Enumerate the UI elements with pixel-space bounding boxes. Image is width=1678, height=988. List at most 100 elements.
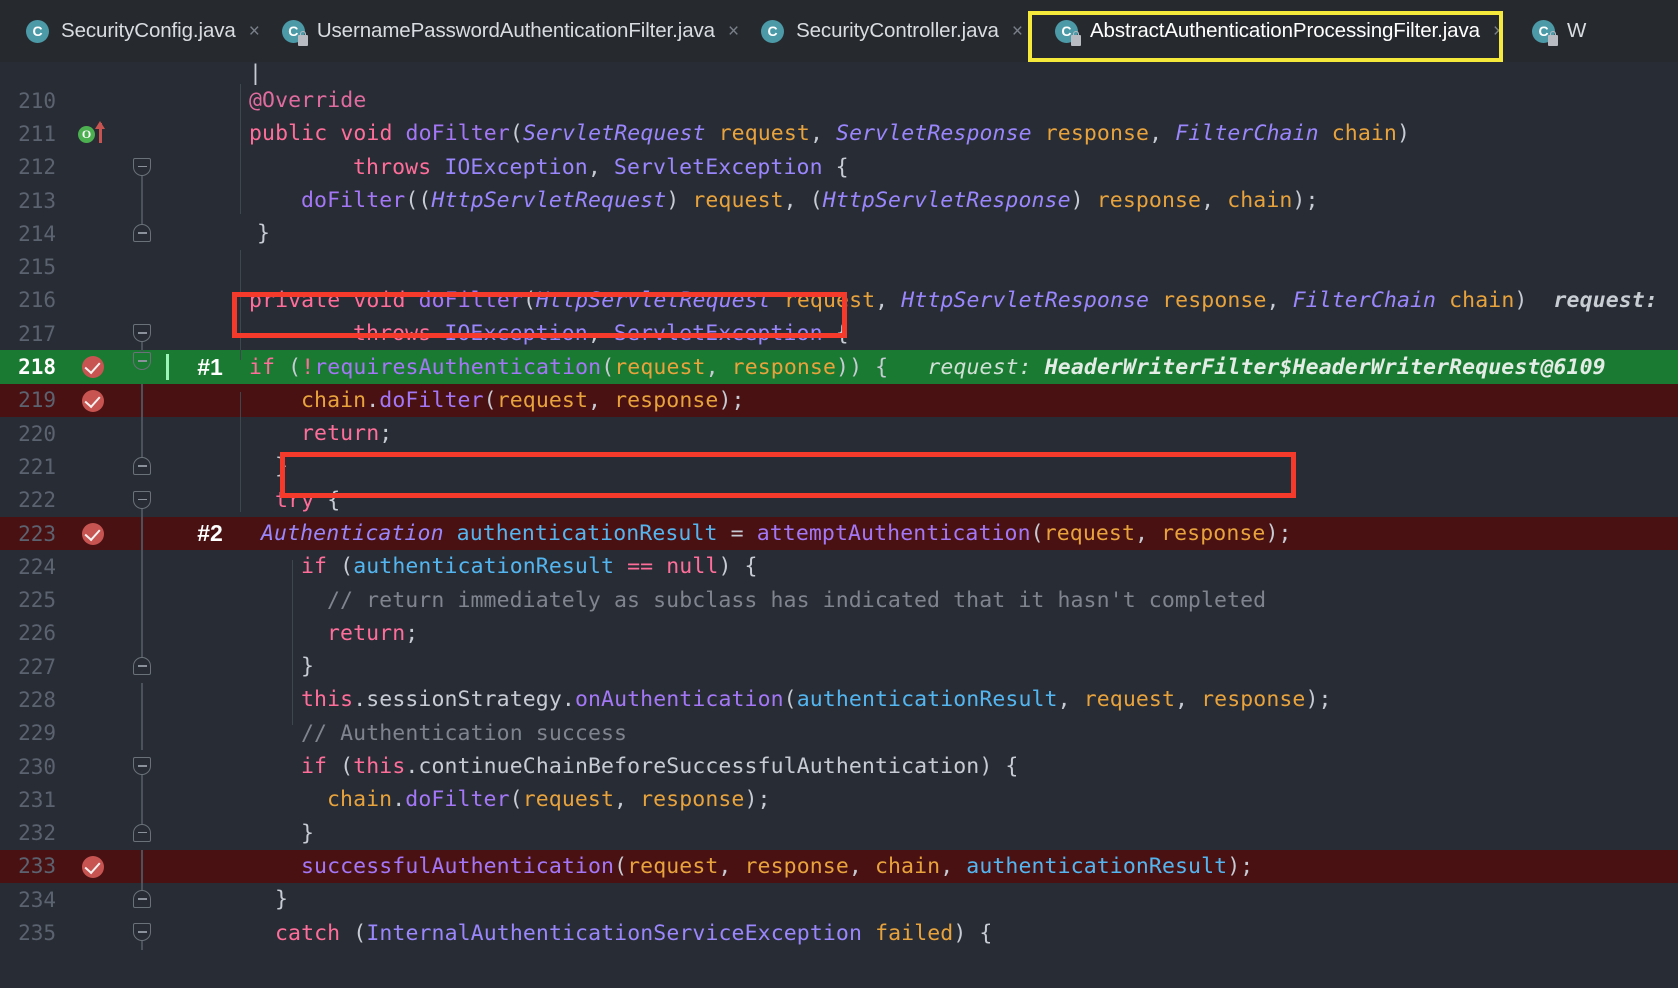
- code-row-211: 211 O public void doFilter(ServletReques…: [0, 117, 1678, 150]
- gutter-icons[interactable]: [66, 883, 120, 916]
- code-row-212: 212 throws IOException, ServletException…: [0, 151, 1678, 185]
- tab-partial-next[interactable]: C W: [1514, 0, 1596, 62]
- gutter-icons[interactable]: [66, 84, 120, 117]
- gutter-fold[interactable]: [120, 117, 164, 150]
- override-method-icon[interactable]: O: [78, 126, 95, 144]
- gutter-icons[interactable]: [66, 184, 120, 217]
- java-class-icon: C: [26, 19, 49, 43]
- code-row-228: 228 this.sessionStrategy.onAuthenticatio…: [0, 683, 1678, 717]
- gutter-icons[interactable]: [66, 916, 120, 949]
- code-text: }: [301, 654, 315, 680]
- gutter-icons[interactable]: [66, 484, 120, 517]
- gutter-icons[interactable]: [66, 450, 120, 483]
- fold-collapse-icon[interactable]: [133, 923, 151, 942]
- gutter-fold[interactable]: [120, 317, 164, 352]
- code-row-234: 234 }: [0, 883, 1678, 916]
- gutter-fold[interactable]: [120, 650, 164, 683]
- gutter-fold[interactable]: [120, 783, 164, 817]
- gutter-fold[interactable]: [120, 484, 164, 518]
- breakpoint-verified-icon[interactable]: [82, 389, 104, 412]
- code-editor[interactable]: | 210 @Override 211 O public void doFilt…: [0, 62, 1678, 988]
- tab-username-password-authentication-filter[interactable]: C UsernamePasswordAuthenticationFilter.j…: [270, 0, 749, 62]
- code-text: if (authenticationResult == null) {: [301, 554, 758, 580]
- gutter-icons[interactable]: [66, 617, 120, 650]
- fold-expand-icon[interactable]: [133, 890, 151, 909]
- gutter-icons[interactable]: O: [66, 117, 120, 150]
- gutter-icons[interactable]: [66, 317, 120, 350]
- gutter-icons[interactable]: [66, 250, 120, 283]
- override-arrow-icon[interactable]: [95, 121, 105, 144]
- close-icon[interactable]: ×: [728, 22, 739, 41]
- line-number: 215: [18, 255, 56, 280]
- tab-abstract-authentication-processing-filter[interactable]: C AbstractAuthenticationProcessingFilter…: [1033, 0, 1514, 62]
- fold-expand-icon[interactable]: [133, 457, 151, 476]
- gutter-fold[interactable]: [120, 683, 164, 717]
- gutter-fold[interactable]: [120, 883, 164, 916]
- gutter-fold[interactable]: [120, 217, 164, 250]
- fold-expand-icon[interactable]: [133, 657, 151, 676]
- gutter-fold[interactable]: [120, 284, 164, 317]
- caret-column: [164, 783, 173, 816]
- gutter-icons[interactable]: [66, 384, 120, 417]
- gutter-fold[interactable]: [120, 583, 164, 617]
- fold-expand-icon[interactable]: [133, 224, 151, 243]
- fold-collapse-icon[interactable]: [133, 324, 151, 343]
- close-icon[interactable]: ×: [1012, 22, 1023, 41]
- gutter-icons[interactable]: [66, 151, 120, 184]
- gutter-icons[interactable]: [66, 217, 120, 250]
- gutter-icons[interactable]: [66, 517, 120, 550]
- gutter-fold[interactable]: [120, 151, 164, 185]
- line-number: 218: [18, 355, 56, 380]
- gutter-fold[interactable]: [120, 716, 164, 750]
- caret-column: [164, 883, 173, 916]
- gutter-fold[interactable]: [120, 183, 164, 218]
- caret-column: [164, 484, 173, 517]
- breakpoint-verified-icon[interactable]: [82, 356, 104, 379]
- code-text: throws IOException, ServletException {: [353, 321, 849, 347]
- gutter-icons[interactable]: [66, 284, 120, 317]
- code-row-215: 215: [0, 250, 1678, 283]
- code-row-224: 224 if (authenticationResult == null) {: [0, 550, 1678, 584]
- breakpoint-verified-icon[interactable]: [82, 855, 104, 878]
- line-number: 230: [18, 754, 56, 779]
- fold-collapse-icon[interactable]: [133, 157, 151, 176]
- gutter-fold[interactable]: [120, 550, 164, 584]
- gutter-icons[interactable]: [66, 417, 120, 450]
- gutter-icons[interactable]: [66, 850, 120, 883]
- gutter-icons[interactable]: [66, 817, 120, 850]
- caret-column: [164, 683, 173, 716]
- gutter-icons[interactable]: [66, 650, 120, 683]
- gutter-fold[interactable]: [120, 916, 164, 951]
- gutter-fold[interactable]: [120, 450, 164, 483]
- code-row-227: 227 }: [0, 650, 1678, 683]
- annotation-marker-2: #2: [197, 520, 223, 546]
- gutter-fold[interactable]: [120, 250, 164, 283]
- line-number: 214: [18, 221, 56, 246]
- gutter-fold[interactable]: [120, 350, 164, 383]
- gutter-fold[interactable]: [120, 849, 164, 884]
- gutter-icons[interactable]: [66, 783, 120, 816]
- gutter-fold[interactable]: [120, 516, 164, 551]
- fold-expand-icon[interactable]: [133, 823, 151, 842]
- gutter-fold[interactable]: [120, 416, 164, 451]
- fold-collapse-icon[interactable]: [133, 756, 151, 775]
- gutter-icons[interactable]: [66, 750, 120, 783]
- tab-security-controller[interactable]: C SecurityController.java ×: [749, 0, 1033, 62]
- fold-collapse-icon[interactable]: [133, 352, 151, 371]
- close-icon[interactable]: ×: [1493, 22, 1504, 41]
- fold-collapse-icon[interactable]: [133, 490, 151, 509]
- gutter-icons[interactable]: [66, 550, 120, 583]
- gutter-icons[interactable]: [66, 683, 120, 716]
- close-icon[interactable]: ×: [249, 22, 260, 41]
- tab-security-config[interactable]: C SecurityConfig.java ×: [14, 0, 270, 62]
- gutter-icons[interactable]: [66, 583, 120, 616]
- gutter-fold[interactable]: [120, 616, 164, 651]
- gutter-fold[interactable]: [120, 84, 164, 117]
- breakpoint-verified-icon[interactable]: [82, 522, 104, 545]
- gutter-icons[interactable]: [66, 350, 120, 383]
- gutter-fold[interactable]: [120, 750, 164, 784]
- java-class-locked-icon: C: [1054, 19, 1081, 46]
- gutter-fold[interactable]: [120, 383, 164, 417]
- gutter-fold[interactable]: [120, 816, 164, 850]
- gutter-icons[interactable]: [66, 717, 120, 750]
